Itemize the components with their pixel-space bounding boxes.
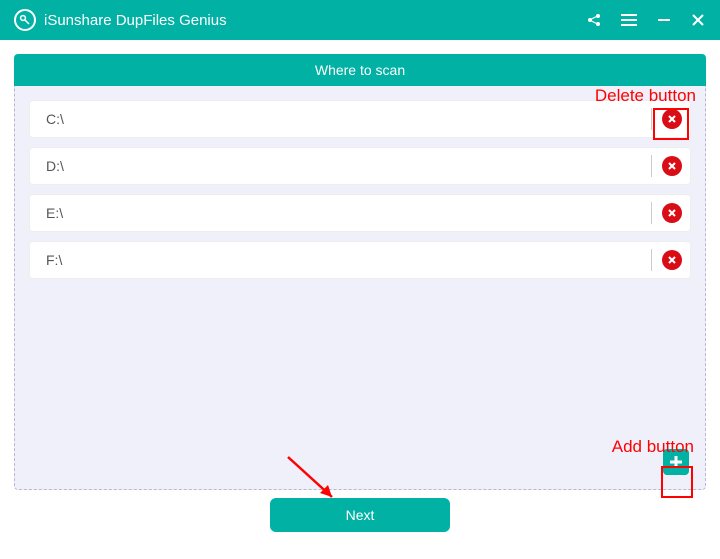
delete-button[interactable] [662,109,682,129]
menu-icon[interactable] [620,13,638,27]
path-row[interactable]: E:\ [29,194,691,232]
path-text: C:\ [46,111,641,127]
path-row[interactable]: D:\ [29,147,691,185]
delete-button[interactable] [662,156,682,176]
divider [651,155,652,177]
path-text: E:\ [46,205,641,221]
delete-button[interactable] [662,250,682,270]
panel-header: Where to scan [14,54,706,86]
share-icon[interactable] [586,12,602,28]
minimize-icon[interactable] [656,12,672,28]
panel-body: C:\ D:\ E:\ F:\ [14,86,706,490]
app-title: iSunshare DupFiles Genius [44,12,586,29]
divider [651,108,652,130]
path-text: D:\ [46,158,641,174]
titlebar: iSunshare DupFiles Genius [0,0,720,40]
annotation-add-label: Add button [612,437,694,457]
content-area: Where to scan C:\ D:\ E:\ F:\ [0,40,720,548]
close-icon[interactable] [690,12,706,28]
divider [651,249,652,271]
titlebar-actions [586,12,706,28]
next-button[interactable]: Next [270,498,450,532]
path-row[interactable]: C:\ [29,100,691,138]
path-row[interactable]: F:\ [29,241,691,279]
app-logo-icon [14,9,36,31]
divider [651,202,652,224]
delete-button[interactable] [662,203,682,223]
annotation-delete-label: Delete button [595,86,696,106]
bottom-bar: Next [14,490,706,540]
path-text: F:\ [46,252,641,268]
